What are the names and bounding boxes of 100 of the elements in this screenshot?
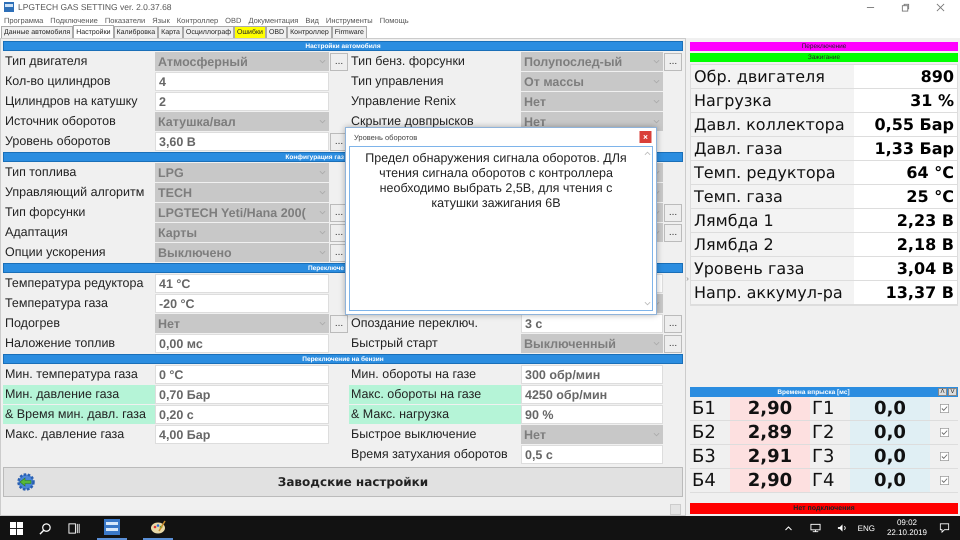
field-label: Тип форсунки [4,204,86,221]
field-label: & Время мин. давл. газа [3,405,155,424]
field-label: Наложение топлив [4,335,116,352]
cylinder-label: Б1 [691,397,717,420]
chevron-icon [319,250,326,255]
reading-value: 0,55 Бар [854,113,957,136]
input-field[interactable]: 4 [155,72,329,91]
field-label: Тип топлива [4,164,78,181]
cylinder-label: Б4 [691,469,717,492]
reading-value: 2,18 В [854,233,957,256]
help-text: Предел обнаружения сигнала оборотов. ДЛя чтения сигнала оборотов с контроллера необходимо выбрать 2,5В, для чтения с катушки зажигания 6В [364,150,628,212]
field-label: Макс. обороты на газе [349,385,521,404]
field-label: Опоздание переключ. [350,315,479,332]
chevron-icon [653,99,660,104]
network-icon[interactable] [810,523,821,533]
gas-time: 0,0 [850,445,930,468]
input-field[interactable]: 90 % [521,405,663,424]
input-field[interactable]: 0 °C [155,365,329,384]
more-button[interactable]: ... [664,224,682,242]
input-field[interactable]: 41 °C [155,274,329,293]
windows-icon[interactable] [10,522,23,534]
chevron-icon [653,432,660,437]
chevron-icon [653,341,660,346]
chevron-icon [319,119,326,124]
field-label: Тип двигателя [4,53,88,70]
cylinder-label: Г4 [811,469,836,492]
field-label: Адаптация [4,224,69,241]
input-field[interactable]: 3 с [521,314,663,333]
checkbox[interactable] [940,404,948,413]
task-view-icon[interactable] [68,522,81,534]
chevron-icon [319,190,326,195]
restore-icon[interactable] [901,2,910,12]
reading-value: 1,33 Бар [854,137,957,160]
app-icon [4,2,14,12]
input-field[interactable]: 4,00 Бар [155,425,329,444]
clock-date: 22.10.2019 [886,528,927,538]
chevron-icon [319,230,326,235]
input-field[interactable]: 2 [155,92,329,111]
checkbox[interactable] [940,452,948,461]
field-label: Температура редуктора [4,275,144,292]
field-label: Управление Renix [350,93,457,110]
input-field[interactable]: 300 обр/мин [521,365,663,384]
field-label: Подогрев [4,315,62,332]
search-icon[interactable] [39,522,52,534]
input-field[interactable]: 0,20 с [155,405,329,424]
petrol-time: 2,90 [730,469,810,492]
field-label: Кол-во цилиндров [4,73,112,90]
more-button[interactable]: ... [664,334,682,352]
field-label: Быстрое выключение [350,426,478,443]
reading-value: 64 °C [854,161,957,184]
chevron-icon [653,79,660,84]
petrol-time: 2,91 [730,445,810,468]
petrol-time: 2,90 [730,397,810,420]
field-label: Тип бенз. форсунки [350,53,466,70]
reading-value: 890 [854,65,957,88]
language-indicator[interactable]: ENG [858,524,875,532]
input-field[interactable]: 4250 обр/мин [521,385,663,404]
more-button[interactable]: ... [664,204,682,222]
cylinder-label: Г2 [811,421,836,444]
input-field[interactable]: 0,5 с [521,445,663,464]
cylinder-label: Г1 [811,397,836,420]
field-label: Скрытие довпрысков [350,113,475,130]
gas-time: 0,0 [850,469,930,492]
reading-value: 13,37 В [854,281,957,304]
field-label: Быстрый старт [350,335,439,352]
input-field[interactable]: 3,60 В [155,132,329,151]
reading-value: 2,23 В [854,209,957,232]
chevron-icon [319,210,326,215]
volume-icon[interactable] [836,523,848,533]
checkbox[interactable] [940,428,948,437]
cylinder-label: Б2 [691,421,717,444]
cylinder-label: Б3 [691,445,717,468]
field-label: Мин. давление газа [3,385,155,404]
field-label: Цилиндров на катушку [4,93,138,110]
field-label: Управляющий алгоритм [4,184,146,201]
chevron-icon [653,119,660,124]
field-label: Температура газа [4,295,109,312]
input-field[interactable]: -20 °C [155,294,329,313]
chevron-icon [319,170,326,175]
palette-icon[interactable] [150,519,166,535]
close-icon[interactable] [639,131,652,143]
chevron-icon [319,321,326,326]
window-title: LPGTECH GAS SETTING ver. 2.0.37.68 [18,2,172,12]
field-label: & Макс. нагрузка [349,405,521,424]
factory-settings-button[interactable]: Заводские настройки [3,467,683,497]
close-icon[interactable] [936,2,945,12]
more-button[interactable]: ... [664,52,682,70]
field-label: Тип управления [350,73,444,90]
checkbox[interactable] [940,476,948,485]
input-field[interactable]: 0,70 Бар [155,385,329,404]
field-label: Мин. обороты на газе [350,366,478,383]
reading-value: 25 °C [854,185,957,208]
more-button[interactable]: ... [664,314,682,332]
notification-icon[interactable] [939,523,950,533]
app-icon[interactable] [104,519,120,535]
more-button[interactable]: ... [330,314,348,332]
more-button[interactable]: ... [330,52,348,70]
field-label: Время затухания оборотов [350,446,509,463]
field-label: Мин. температура газа [4,366,139,383]
input-field[interactable]: 0,00 мс [155,334,329,353]
